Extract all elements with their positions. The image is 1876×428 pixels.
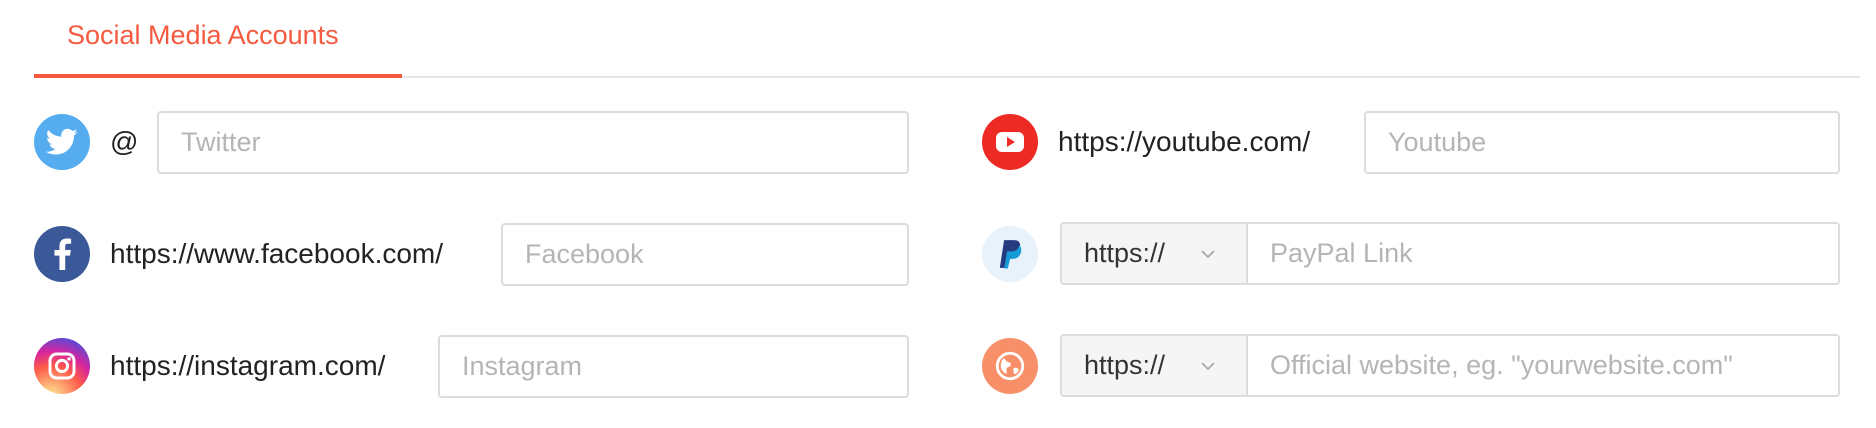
instagram-icon [34,338,90,394]
chevron-down-icon [1201,362,1215,371]
chevron-down-icon [1201,250,1215,259]
paypal-protocol-value: https:// [1084,238,1166,268]
website-protocol-value: https:// [1084,350,1166,380]
paypal-protocol-select[interactable]: https:// [1062,224,1248,283]
tab-bar: Social Media Accounts [34,0,1860,78]
twitter-prefix: @ [110,126,139,157]
facebook-icon [34,226,90,282]
instagram-prefix: https://instagram.com/ [110,350,386,381]
youtube-input[interactable] [1364,111,1840,174]
youtube-prefix: https://youtube.com/ [1058,126,1311,157]
instagram-row: https://instagram.com/ [0,334,920,398]
youtube-icon [982,114,1038,170]
website-protocol-select[interactable]: https:// [1062,336,1248,395]
website-field: https:// [1060,334,1840,397]
website-input[interactable] [1248,336,1838,395]
twitter-input[interactable] [157,111,909,174]
instagram-input[interactable] [438,335,909,398]
website-row: https:// [980,334,1860,398]
paypal-field: https:// [1060,222,1840,285]
paypal-input[interactable] [1248,224,1838,283]
paypal-row: https:// [980,222,1860,286]
facebook-input[interactable] [501,223,909,286]
facebook-prefix: https://www.facebook.com/ [110,238,444,269]
twitter-row: @ [0,110,920,174]
tab-social-media-accounts[interactable]: Social Media Accounts [34,0,402,78]
tab-label: Social Media Accounts [67,20,339,50]
paypal-icon [982,226,1038,282]
globe-icon [982,338,1038,394]
facebook-row: https://www.facebook.com/ [0,222,920,286]
youtube-row: https://youtube.com/ [980,110,1860,174]
twitter-icon [34,114,90,170]
